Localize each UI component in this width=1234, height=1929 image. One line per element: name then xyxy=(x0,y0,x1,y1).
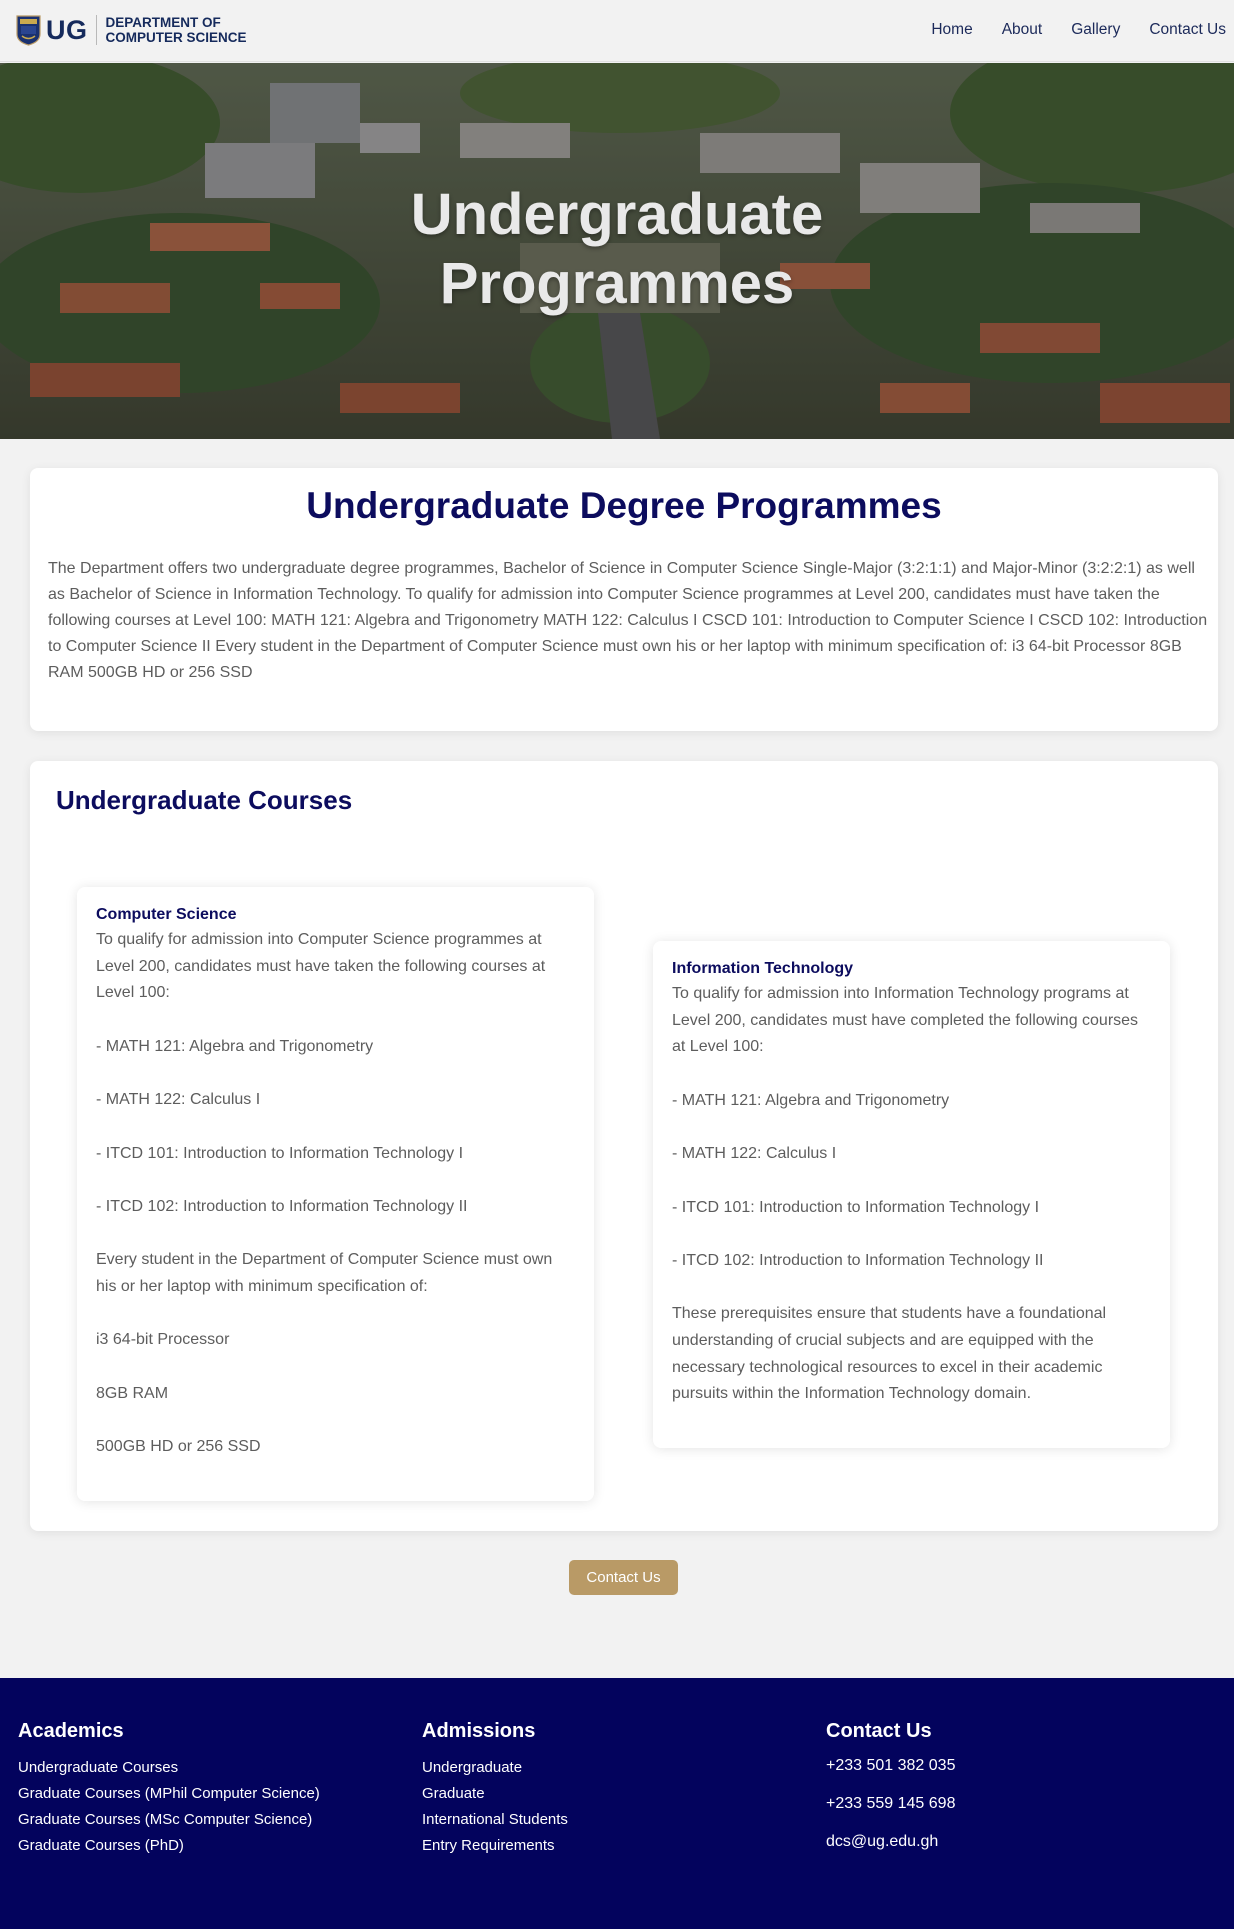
nav-contact-us[interactable]: Contact Us xyxy=(1149,21,1226,39)
degree-programmes-card: Undergraduate Degree Programmes The Depa… xyxy=(30,468,1218,731)
logo-divider xyxy=(95,15,97,45)
site-footer: Academics Undergraduate Courses Graduate… xyxy=(0,1678,1234,1929)
list-item: - MATH 122: Calculus I xyxy=(96,1091,261,1109)
computer-science-title: Computer Science xyxy=(96,906,237,923)
footer-contact: Contact Us +233 501 382 035 +233 559 145… xyxy=(826,1720,955,1861)
phone-number[interactable]: +233 501 382 035 xyxy=(826,1747,955,1785)
footer-link-graduate-msc[interactable]: Graduate Courses (MSc Computer Science) xyxy=(18,1807,320,1833)
computer-science-text: To qualify for admission into Computer S… xyxy=(96,927,576,1461)
information-technology-closing: These prerequisites ensure that students… xyxy=(672,1305,1107,1403)
laptop-requirement: Every student in the Department of Compu… xyxy=(96,1251,553,1296)
site-header: UG DEPARTMENT OF COMPUTER SCIENCE Home A… xyxy=(0,0,1234,62)
list-item: - MATH 121: Algebra and Trigonometry xyxy=(672,1091,950,1109)
degree-programmes-title: Undergraduate Degree Programmes xyxy=(306,485,942,526)
list-item: - ITCD 101: Introduction to Information … xyxy=(96,1144,464,1162)
footer-academics-title: Academics xyxy=(18,1720,124,1742)
department-name-line2: COMPUTER SCIENCE xyxy=(105,30,247,45)
nav-home[interactable]: Home xyxy=(931,21,972,39)
footer-link-undergraduate-courses[interactable]: Undergraduate Courses xyxy=(18,1755,320,1781)
list-item: - ITCD 102: Introduction to Information … xyxy=(672,1251,1044,1269)
undergraduate-courses-title: Undergraduate Courses xyxy=(56,785,353,815)
footer-admissions-title: Admissions xyxy=(422,1720,536,1742)
spec-item: i3 64-bit Processor xyxy=(96,1331,230,1349)
logo-text: UG xyxy=(46,14,88,45)
footer-admissions: Admissions Undergraduate Graduate Intern… xyxy=(422,1720,568,1859)
phone-number[interactable]: +233 559 145 698 xyxy=(826,1785,955,1823)
footer-link-entry-requirements[interactable]: Entry Requirements xyxy=(422,1833,568,1859)
footer-link-graduate-mphil[interactable]: Graduate Courses (MPhil Computer Science… xyxy=(18,1781,320,1807)
list-item: - ITCD 102: Introduction to Information … xyxy=(96,1197,468,1215)
site-logo[interactable]: UG DEPARTMENT OF COMPUTER SCIENCE xyxy=(16,12,247,48)
footer-link-graduate-phd[interactable]: Graduate Courses (PhD) xyxy=(18,1833,320,1859)
department-name-line1: DEPARTMENT OF xyxy=(105,15,221,30)
footer-contact-details: +233 501 382 035 +233 559 145 698 dcs@ug… xyxy=(826,1747,955,1861)
footer-academics: Academics Undergraduate Courses Graduate… xyxy=(18,1720,320,1859)
hero-title: Undergraduate Programmes xyxy=(0,180,1234,318)
contact-us-button[interactable]: Contact Us xyxy=(569,1560,678,1595)
hero-banner: Undergraduate Programmes xyxy=(0,63,1234,439)
computer-science-card: Computer Science To qualify for admissio… xyxy=(77,887,594,1501)
list-item: - MATH 121: Algebra and Trigonometry xyxy=(96,1037,374,1055)
information-technology-text: To qualify for admission into Informatio… xyxy=(672,981,1152,1408)
footer-link-graduate[interactable]: Graduate xyxy=(422,1781,568,1807)
ug-crest-icon xyxy=(16,14,41,46)
spec-item: 8GB RAM xyxy=(96,1384,169,1402)
nav-gallery[interactable]: Gallery xyxy=(1071,21,1120,39)
information-technology-card: Information Technology To qualify for ad… xyxy=(653,941,1170,1448)
information-technology-title: Information Technology xyxy=(672,960,854,977)
list-item: - MATH 122: Calculus I xyxy=(672,1145,837,1163)
email-address[interactable]: dcs@ug.edu.gh xyxy=(826,1823,955,1861)
footer-academics-links: Undergraduate Courses Graduate Courses (… xyxy=(18,1755,320,1859)
footer-link-undergraduate[interactable]: Undergraduate xyxy=(422,1755,568,1781)
spec-item: 500GB HD or 256 SSD xyxy=(96,1438,261,1456)
hero-title-line2: Programmes xyxy=(439,251,795,316)
department-name: DEPARTMENT OF COMPUTER SCIENCE xyxy=(106,15,247,45)
footer-admissions-links: Undergraduate Graduate International Stu… xyxy=(422,1755,568,1859)
footer-contact-title: Contact Us xyxy=(826,1720,932,1742)
undergraduate-courses-card: Undergraduate Courses Computer Science T… xyxy=(30,761,1218,1531)
computer-science-intro: To qualify for admission into Computer S… xyxy=(96,931,546,1002)
list-item: - ITCD 101: Introduction to Information … xyxy=(672,1198,1040,1216)
information-technology-intro: To qualify for admission into Informatio… xyxy=(672,985,1139,1056)
footer-link-international-students[interactable]: International Students xyxy=(422,1807,568,1833)
nav-about[interactable]: About xyxy=(1002,21,1043,39)
main-nav: Home About Gallery Contact Us xyxy=(902,21,1226,39)
degree-programmes-description: The Department offers two undergraduate … xyxy=(48,560,1208,681)
hero-title-line1: Undergraduate xyxy=(410,182,824,247)
